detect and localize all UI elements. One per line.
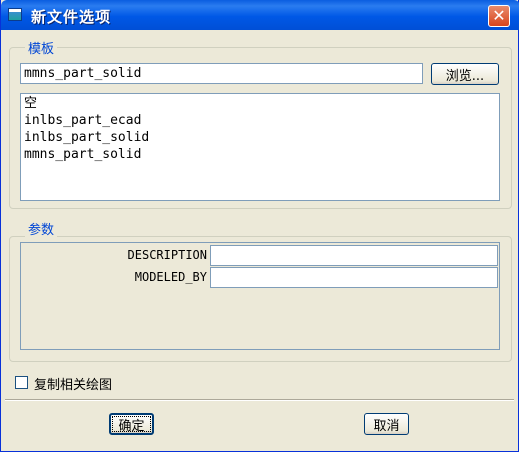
- param-value-description[interactable]: [210, 245, 498, 266]
- app-window-icon: [8, 8, 22, 21]
- param-label-description: DESCRIPTION: [127, 248, 207, 262]
- template-name-input[interactable]: mmns_part_solid: [20, 63, 423, 84]
- template-group-legend: 模板: [25, 38, 58, 57]
- params-table: DESCRIPTION MODELED_BY: [20, 242, 500, 350]
- copy-drawings-label: 复制相关绘图: [34, 378, 113, 393]
- list-item[interactable]: inlbs_part_solid: [24, 129, 496, 146]
- list-item[interactable]: 空: [24, 95, 496, 112]
- browse-button[interactable]: 浏览...: [431, 63, 499, 85]
- ok-button[interactable]: 确定: [109, 413, 154, 435]
- footer-divider: [5, 399, 514, 401]
- close-button[interactable]: ✕: [488, 5, 510, 27]
- title-bar[interactable]: 新文件选项 ✕: [1, 0, 519, 30]
- list-item[interactable]: inlbs_part_ecad: [24, 112, 496, 129]
- cancel-button[interactable]: 取消: [364, 413, 409, 435]
- list-item[interactable]: mmns_part_solid: [24, 146, 496, 163]
- close-icon: ✕: [492, 6, 506, 25]
- template-list[interactable]: 空 inlbs_part_ecad inlbs_part_solid mmns_…: [20, 93, 500, 201]
- param-label-modeled-by: MODELED_BY: [134, 270, 207, 284]
- param-value-modeled-by[interactable]: [210, 267, 498, 288]
- copy-drawings-checkbox[interactable]: [15, 376, 28, 389]
- window-title: 新文件选项: [31, 8, 112, 26]
- params-group-legend: 参数: [25, 219, 58, 238]
- dialog-window: 新文件选项 ✕ 模板 mmns_part_solid 浏览... 空 inlbs…: [0, 0, 519, 452]
